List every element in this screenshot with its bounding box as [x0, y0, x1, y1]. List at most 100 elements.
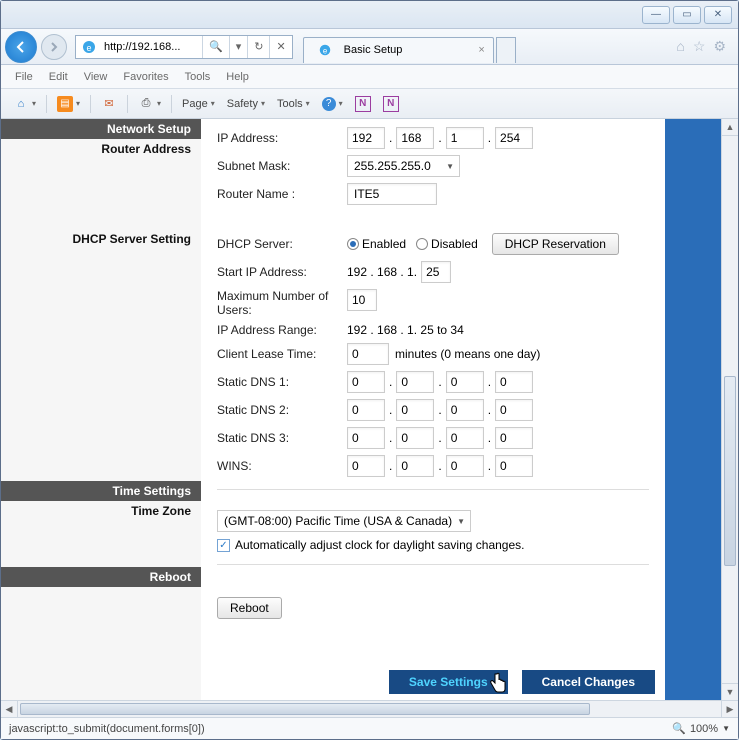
horizontal-scrollbar[interactable]: ◀ ▶	[1, 700, 738, 717]
lease-time-input[interactable]	[347, 343, 389, 365]
back-button[interactable]	[5, 31, 37, 63]
menu-tools[interactable]: Tools	[185, 71, 211, 83]
timezone-select[interactable]: (GMT-08:00) Pacific Time (USA & Canada) …	[217, 510, 471, 532]
titlebar: — ▭ ✕	[1, 1, 738, 29]
scroll-right-icon[interactable]: ▶	[721, 701, 738, 717]
section-dhcp-server-setting: DHCP Server Setting	[1, 229, 201, 249]
cancel-changes-button[interactable]: Cancel Changes	[522, 670, 655, 694]
dhcp-disabled-radio[interactable]	[416, 238, 428, 250]
start-ip-prefix: 192 . 168 . 1.	[347, 265, 417, 279]
section-time-zone: Time Zone	[1, 501, 201, 521]
left-nav: Network Setup Router Address DHCP Server…	[1, 119, 201, 700]
dns1-octet-1[interactable]	[347, 371, 385, 393]
status-text: javascript:to_submit(document.forms[0])	[9, 723, 205, 735]
tb-onenote1-icon[interactable]: N	[351, 94, 375, 114]
new-tab-button[interactable]	[496, 37, 516, 63]
tab-label: Basic Setup	[344, 44, 403, 56]
dhcp-reservation-button[interactable]: DHCP Reservation	[492, 233, 619, 255]
maximize-button[interactable]: ▭	[673, 6, 701, 24]
vertical-scrollbar[interactable]: ▲ ▼	[721, 119, 738, 700]
stop-button[interactable]: ✕	[269, 36, 291, 58]
scroll-down-icon[interactable]: ▼	[722, 683, 738, 700]
scroll-thumb[interactable]	[20, 703, 590, 715]
search-icon[interactable]: 🔍	[202, 36, 229, 58]
dns3-octet-4[interactable]	[495, 427, 533, 449]
max-users-input[interactable]	[347, 289, 377, 311]
content-area: Network Setup Router Address DHCP Server…	[1, 119, 738, 700]
wins-octet-1[interactable]	[347, 455, 385, 477]
zoom-icon: 🔍	[672, 722, 686, 735]
scroll-left-icon[interactable]: ◀	[1, 701, 18, 717]
close-window-button[interactable]: ✕	[704, 6, 732, 24]
label-subnet-mask: Subnet Mask:	[217, 159, 347, 173]
reboot-button[interactable]: Reboot	[217, 597, 282, 619]
scroll-thumb[interactable]	[724, 376, 736, 566]
tb-safety[interactable]: Safety▾	[223, 96, 269, 112]
tb-home-icon[interactable]: ⌂▾	[9, 94, 40, 114]
save-settings-button[interactable]: Save Settings	[389, 670, 508, 694]
menu-file[interactable]: File	[15, 71, 33, 83]
dns2-octet-3[interactable]	[446, 399, 484, 421]
tb-help-icon[interactable]: ?▾	[318, 95, 347, 113]
tb-page[interactable]: Page▾	[178, 96, 219, 112]
dns1-octet-4[interactable]	[495, 371, 533, 393]
menu-bar: File Edit View Favorites Tools Help	[1, 65, 738, 89]
url-input[interactable]	[102, 39, 202, 55]
svg-text:e: e	[322, 47, 327, 56]
dns1-octet-3[interactable]	[446, 371, 484, 393]
tb-mail-icon[interactable]: ✉	[97, 94, 121, 114]
settings-gear-icon[interactable]: ⚙	[713, 38, 726, 55]
menu-help[interactable]: Help	[226, 71, 249, 83]
wins-octet-3[interactable]	[446, 455, 484, 477]
dns3-octet-3[interactable]	[446, 427, 484, 449]
label-dns1: Static DNS 1:	[217, 375, 347, 389]
favorites-icon[interactable]: ☆	[693, 38, 706, 55]
dns2-octet-1[interactable]	[347, 399, 385, 421]
router-name-input[interactable]	[347, 183, 437, 205]
minimize-button[interactable]: —	[642, 6, 670, 24]
url-dropdown[interactable]: ▾	[229, 36, 248, 58]
chevron-down-icon: ▼	[722, 724, 730, 733]
section-router-address: Router Address	[1, 139, 201, 159]
form-area: IP Address: . . . Subnet Mask: 255.255.2…	[201, 119, 665, 700]
menu-favorites[interactable]: Favorites	[123, 71, 168, 83]
refresh-button[interactable]: ↻	[247, 36, 269, 58]
home-icon[interactable]: ⌂	[676, 38, 684, 55]
ip-octet-4[interactable]	[495, 127, 533, 149]
scroll-up-icon[interactable]: ▲	[722, 119, 738, 136]
tb-onenote2-icon[interactable]: N	[379, 94, 403, 114]
subnet-mask-select[interactable]: 255.255.255.0 ▼	[347, 155, 460, 177]
dst-checkbox[interactable]: ✓	[217, 539, 230, 552]
scroll-track[interactable]	[18, 701, 721, 717]
tb-rss-icon[interactable]: ▤▾	[53, 94, 84, 114]
label-lease-time: Client Lease Time:	[217, 347, 347, 361]
dns1-octet-2[interactable]	[396, 371, 434, 393]
ip-octet-1[interactable]	[347, 127, 385, 149]
tab-basic-setup[interactable]: e Basic Setup ×	[303, 37, 494, 63]
ip-octet-2[interactable]	[396, 127, 434, 149]
wins-octet-4[interactable]	[495, 455, 533, 477]
dns2-octet-2[interactable]	[396, 399, 434, 421]
dns3-octet-1[interactable]	[347, 427, 385, 449]
divider	[217, 564, 649, 565]
zoom-control[interactable]: 🔍 100% ▼	[672, 722, 730, 735]
forward-button[interactable]	[41, 34, 67, 60]
dns3-octet-2[interactable]	[396, 427, 434, 449]
scroll-track[interactable]	[722, 136, 738, 683]
wins-octet-2[interactable]	[396, 455, 434, 477]
label-ip-range: IP Address Range:	[217, 323, 347, 337]
tab-close-icon[interactable]: ×	[478, 44, 484, 56]
tb-tools[interactable]: Tools▾	[273, 96, 314, 112]
chevron-down-icon: ▼	[457, 517, 465, 526]
tb-print-icon[interactable]: ⎙▾	[134, 94, 165, 114]
router-page: Network Setup Router Address DHCP Server…	[1, 119, 721, 700]
label-dns2: Static DNS 2:	[217, 403, 347, 417]
ip-range-value: 192 . 168 . 1. 25 to 34	[347, 323, 464, 337]
dhcp-enabled-radio[interactable]	[347, 238, 359, 250]
menu-view[interactable]: View	[84, 71, 108, 83]
status-bar: javascript:to_submit(document.forms[0]) …	[1, 717, 738, 739]
menu-edit[interactable]: Edit	[49, 71, 68, 83]
dns2-octet-4[interactable]	[495, 399, 533, 421]
ip-octet-3[interactable]	[446, 127, 484, 149]
start-ip-input[interactable]	[421, 261, 451, 283]
